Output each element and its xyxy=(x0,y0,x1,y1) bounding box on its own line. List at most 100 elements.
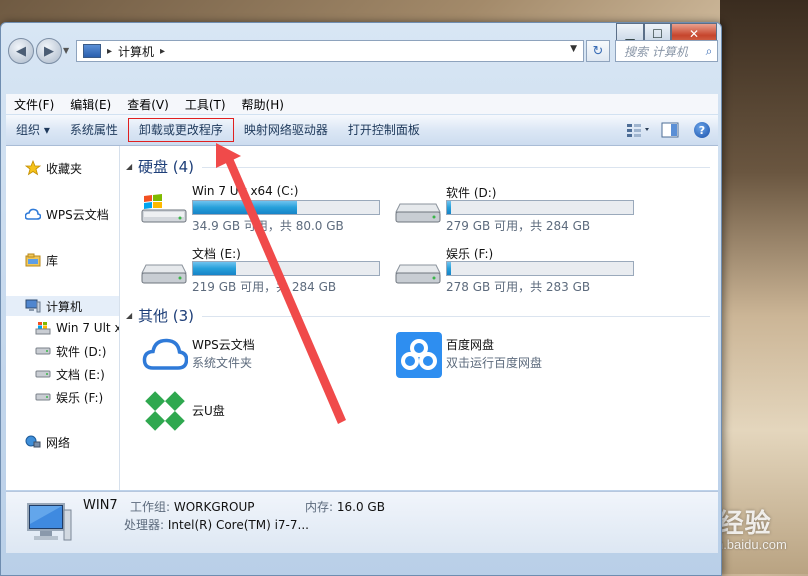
menu-view[interactable]: 查看(V) xyxy=(119,96,177,113)
workgroup-label: 工作组: xyxy=(130,500,171,514)
nav-drive-f-label: 娱乐 (F:) xyxy=(56,390,104,405)
drive-usage-bar xyxy=(192,200,380,215)
search-box[interactable]: 搜索 计算机 ⌕ xyxy=(615,40,718,62)
library-folder-icon xyxy=(24,252,42,268)
hard-drive-icon xyxy=(395,203,441,223)
nav-drive-f[interactable]: 娱乐 (F:) xyxy=(34,387,103,407)
drive-item-e[interactable]: 文档 (E:) 219 GB 可用，共 284 GB xyxy=(140,245,390,295)
memory-info: 内存: 16.0 GB xyxy=(305,498,385,515)
preview-pane-button[interactable] xyxy=(658,119,682,141)
open-control-panel-button[interactable]: 打开控制面板 xyxy=(338,119,430,141)
recent-pages-dropdown[interactable]: ▼ xyxy=(63,46,69,55)
baidu-netdisk-icon xyxy=(396,332,442,378)
refresh-button[interactable]: ↻ xyxy=(586,40,610,62)
nav-libraries[interactable]: 库 xyxy=(24,250,58,270)
nav-drive-c-label: Win 7 Ult x xyxy=(56,321,120,335)
search-input[interactable]: 搜索 计算机 xyxy=(616,43,701,60)
item-cloud-u-disk[interactable]: 云U盘 xyxy=(140,388,390,434)
address-dropdown-icon[interactable]: ▼ xyxy=(570,44,577,54)
windows-drive-icon xyxy=(34,320,52,336)
item-wps-cloud[interactable]: WPS云文档 系统文件夹 xyxy=(140,332,390,378)
search-icon[interactable]: ⌕ xyxy=(701,44,717,59)
drive-usage-bar xyxy=(446,200,634,215)
drive-item-d[interactable]: 软件 (D:) 279 GB 可用，共 284 GB xyxy=(394,184,644,234)
computer-icon xyxy=(27,503,72,541)
item-baidu-netdisk[interactable]: 百度网盘 双击运行百度网盘 xyxy=(394,332,644,378)
breadcrumb-separator-icon[interactable]: ▸ xyxy=(107,46,112,57)
drive-name: 文档 (E:) xyxy=(192,247,241,261)
details-pane: WIN7 工作组: WORKGROUP 内存: 16.0 GB 处理器: Int… xyxy=(6,491,718,553)
back-arrow-icon: ◀ xyxy=(16,43,26,59)
computer-icon xyxy=(83,44,101,58)
drive-name: Win 7 Ult x64 (C:) xyxy=(192,184,299,198)
group-hard-disks[interactable]: ◢ 硬盘 (4) xyxy=(120,156,710,176)
group-other-title: 其他 (3) xyxy=(138,306,195,325)
processor-value: Intel(R) Core(TM) i7-7... xyxy=(167,518,309,532)
breadcrumb-separator-icon[interactable]: ▸ xyxy=(160,46,165,57)
menu-file[interactable]: 文件(F) xyxy=(6,96,62,113)
command-bar-right: ? xyxy=(622,115,718,145)
drive-name: 软件 (D:) xyxy=(446,186,497,200)
system-properties-button[interactable]: 系统属性 xyxy=(60,119,128,141)
organize-button[interactable]: 组织 ▾ xyxy=(6,119,60,141)
hard-drive-icon xyxy=(34,389,52,405)
back-button[interactable]: ◀ xyxy=(8,38,34,64)
memory-value: 16.0 GB xyxy=(336,500,385,514)
menu-bar: 文件(F) 编辑(E) 查看(V) 工具(T) 帮助(H) xyxy=(6,94,718,114)
uninstall-program-button[interactable]: 卸载或更改程序 xyxy=(127,118,234,142)
nav-drive-d[interactable]: 软件 (D:) xyxy=(34,341,106,361)
view-options-icon xyxy=(627,124,649,137)
group-divider xyxy=(202,166,710,168)
command-bar: 组织 ▾ 系统属性 卸载或更改程序 映射网络驱动器 打开控制面板 ? xyxy=(6,115,718,146)
item-description: 双击运行百度网盘 xyxy=(446,356,543,370)
menu-edit[interactable]: 编辑(E) xyxy=(62,96,119,113)
help-icon: ? xyxy=(694,122,710,138)
cloud-u-disk-icon xyxy=(145,391,185,431)
content-pane: ◢ 硬盘 (4) Win 7 Ult x64 (C:) 34.9 GB 可用，共… xyxy=(120,146,718,490)
nav-wps-label: WPS云文档 xyxy=(46,207,109,222)
nav-network-label: 网络 xyxy=(46,435,71,450)
nav-computer[interactable]: 计算机 xyxy=(6,296,119,316)
item-description: 系统文件夹 xyxy=(192,356,253,370)
drive-name: 娱乐 (F:) xyxy=(446,247,494,261)
hard-drive-icon xyxy=(141,264,187,284)
windows-drive-icon xyxy=(141,194,187,223)
processor-label: 处理器: xyxy=(124,518,165,532)
menu-tools[interactable]: 工具(T) xyxy=(177,96,234,113)
cloud-icon xyxy=(24,206,42,222)
nav-drive-e[interactable]: 文档 (E:) xyxy=(34,364,105,384)
change-view-button[interactable] xyxy=(626,119,650,141)
memory-label: 内存: xyxy=(305,500,334,514)
drive-usage-fill xyxy=(447,262,451,275)
nav-wps-cloud[interactable]: WPS云文档 xyxy=(24,204,109,224)
preview-pane-icon xyxy=(661,122,679,138)
nav-favorites[interactable]: 收藏夹 xyxy=(24,158,82,178)
collapse-triangle-icon[interactable]: ◢ xyxy=(126,311,138,320)
navigation-pane: 收藏夹 WPS云文档 库 计算机 Win 7 Ult x 软件 (D:) 文档 … xyxy=(6,146,120,490)
desktop-background xyxy=(720,0,808,574)
star-icon xyxy=(24,160,42,176)
item-name: 百度网盘 xyxy=(446,338,495,352)
item-name: 云U盘 xyxy=(192,404,225,418)
nav-drive-c[interactable]: Win 7 Ult x xyxy=(34,318,120,338)
drive-item-f[interactable]: 娱乐 (F:) 278 GB 可用，共 283 GB xyxy=(394,245,644,295)
group-other[interactable]: ◢ 其他 (3) xyxy=(120,305,710,325)
drive-item-c[interactable]: Win 7 Ult x64 (C:) 34.9 GB 可用，共 80.0 GB xyxy=(140,184,390,234)
forward-button[interactable]: ▶ xyxy=(36,38,62,64)
drive-free-space: 279 GB 可用，共 284 GB xyxy=(446,219,591,233)
forward-arrow-icon: ▶ xyxy=(44,43,54,59)
drive-usage-bar xyxy=(446,261,634,276)
map-network-drive-button[interactable]: 映射网络驱动器 xyxy=(234,119,338,141)
collapse-triangle-icon[interactable]: ◢ xyxy=(126,162,138,171)
hard-drive-icon xyxy=(34,343,52,359)
hard-drive-icon xyxy=(395,264,441,284)
computer-icon xyxy=(24,298,42,314)
nav-network[interactable]: 网络 xyxy=(24,432,70,452)
group-hard-disks-title: 硬盘 (4) xyxy=(138,157,195,176)
address-bar[interactable]: ▸ 计算机 ▸ ▼ xyxy=(76,40,584,62)
menu-help[interactable]: 帮助(H) xyxy=(234,96,292,113)
drive-free-space: 34.9 GB 可用，共 80.0 GB xyxy=(192,219,344,233)
help-button[interactable]: ? xyxy=(690,119,714,141)
breadcrumb-computer[interactable]: 计算机 xyxy=(118,43,154,60)
network-icon xyxy=(24,434,42,450)
